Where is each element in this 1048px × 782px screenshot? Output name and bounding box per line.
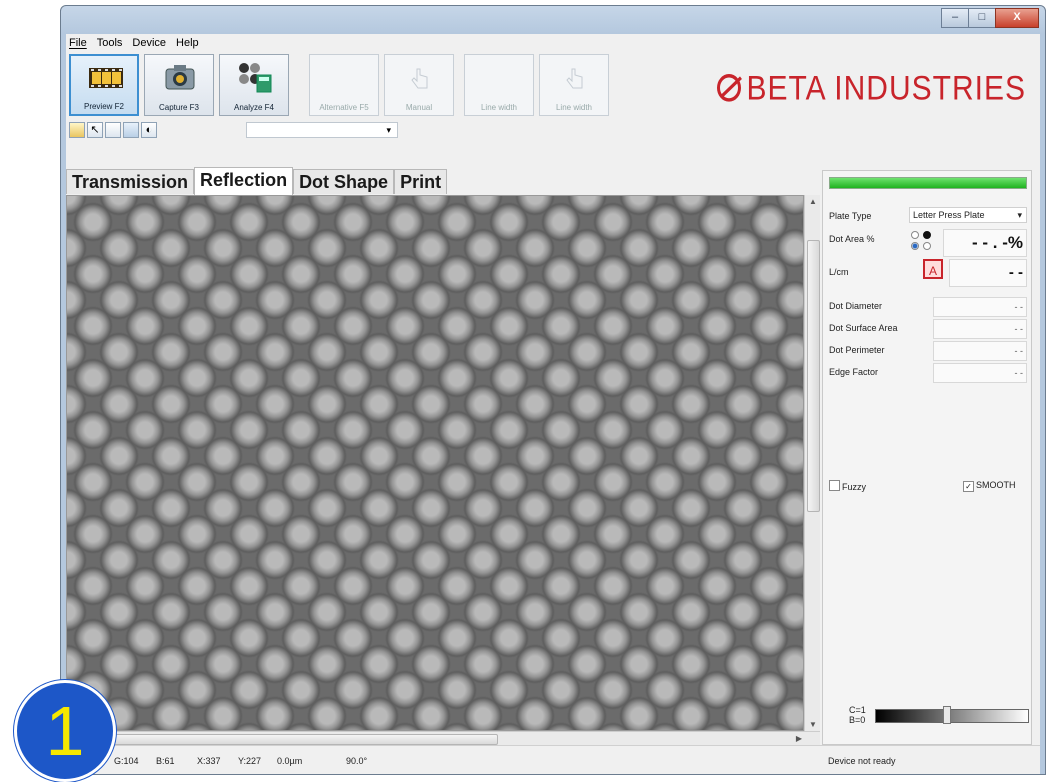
dot-marker-filled	[923, 231, 931, 239]
horizontal-scrollbar[interactable]: ◀ ▶	[66, 731, 820, 745]
dot-surface-value: - -	[933, 319, 1027, 339]
line-width-label: Line width	[480, 103, 518, 112]
vertical-scroll-thumb[interactable]	[807, 240, 820, 512]
status-angle: 90.0°	[346, 756, 368, 766]
plate-type-label: Plate Type	[829, 211, 872, 221]
slider-knob[interactable]	[943, 706, 952, 724]
lcm-label: L/cm	[829, 267, 849, 277]
tab-print[interactable]: Print	[394, 169, 448, 194]
menu-tools[interactable]: Tools	[97, 37, 123, 49]
alternative-label: Alternative F5	[319, 103, 369, 112]
zoom-icon[interactable]	[123, 122, 139, 138]
gamma-slider[interactable]	[875, 706, 1029, 724]
dot-surface-label: Dot Surface Area	[829, 323, 898, 333]
auto-detect-button[interactable]: A	[923, 259, 943, 279]
menu-bar: File Tools Device Help	[66, 34, 1040, 52]
dot-diameter-value: - -	[933, 297, 1027, 317]
main-toolbar: Preview F2 Capture F3 Analyze F4 Alterna…	[66, 52, 1040, 120]
app-window: – □ X File Tools Device Help Preview F2	[60, 5, 1046, 775]
microscope-image-view[interactable]	[66, 195, 804, 731]
minimize-button[interactable]: –	[941, 8, 969, 28]
dot-area-value: - - . -%	[943, 229, 1027, 257]
menu-file[interactable]: File	[69, 37, 87, 49]
step-number-badge: 1	[14, 680, 116, 782]
dot-perimeter-value: - -	[933, 341, 1027, 361]
edge-factor-value: - -	[933, 363, 1027, 383]
analyze-grid-icon	[239, 63, 272, 93]
dot-area-label: Dot Area %	[829, 234, 875, 244]
hand-pointer-icon	[411, 68, 428, 89]
tab-reflection[interactable]: Reflection	[194, 167, 294, 195]
horizontal-scroll-thumb[interactable]	[86, 734, 498, 745]
dot-area-radio-2[interactable]	[911, 242, 919, 250]
progress-fill	[830, 178, 1026, 188]
brand-name: BETA INDUSTRIES	[746, 69, 1026, 108]
line-width-button-2[interactable]: Line width	[539, 54, 609, 116]
preview-label: Preview F2	[83, 102, 124, 111]
brand-mark-icon	[716, 74, 741, 102]
fuzzy-label: Fuzzy	[842, 482, 867, 492]
status-b: B:61	[156, 756, 175, 766]
smooth-checkbox[interactable]: ✓	[963, 481, 974, 492]
status-y: Y:227	[238, 756, 262, 766]
brightness-label: B=0	[849, 715, 866, 725]
brand-logo: BETA INDUSTRIES	[716, 69, 1027, 108]
close-button[interactable]: X	[995, 8, 1039, 28]
client-area: File Tools Device Help Preview F2 Captur…	[66, 34, 1040, 774]
manual-label: Manual	[405, 103, 433, 112]
window-controls: – □ X	[941, 8, 1039, 28]
capture-button[interactable]: Capture F3	[144, 54, 214, 116]
scroll-up-icon[interactable]: ▲	[809, 197, 817, 206]
status-x: X:337	[197, 756, 221, 766]
status-g: G:104	[114, 756, 139, 766]
toolbar-dropdown[interactable]: ▾	[246, 122, 398, 138]
menu-device[interactable]: Device	[132, 37, 166, 49]
tool-strip: ↖ ◐ ▾	[66, 120, 1040, 140]
camera-icon	[165, 65, 195, 90]
fuzzy-option[interactable]: Fuzzy	[829, 480, 866, 492]
preview-button[interactable]: Preview F2	[69, 54, 139, 116]
hand-pointer-icon	[566, 68, 583, 89]
manual-button[interactable]: Manual	[384, 54, 454, 116]
edge-factor-label: Edge Factor	[829, 367, 879, 377]
tab-dot-shape[interactable]: Dot Shape	[293, 169, 395, 194]
lcm-value: - -	[949, 259, 1027, 287]
crop-icon[interactable]	[105, 122, 121, 138]
film-strip-icon	[89, 68, 123, 88]
measurement-panel: Plate Type Letter Press Plate ▾ Dot Area …	[822, 170, 1032, 745]
plate-type-select[interactable]: Letter Press Plate ▾	[909, 207, 1027, 223]
smooth-option[interactable]: ✓ SMOOTH	[963, 480, 1016, 492]
view-tabs: Transmission Reflection Dot Shape Print	[66, 167, 448, 195]
status-message: Device not ready	[828, 756, 896, 766]
scroll-down-icon[interactable]: ▼	[809, 720, 817, 729]
signal-progress-bar	[829, 177, 1027, 189]
menu-help[interactable]: Help	[176, 37, 199, 49]
analyze-label: Analyze F4	[233, 103, 275, 112]
status-length: 0.0µm	[277, 756, 303, 766]
contrast-label: C=1	[849, 705, 866, 715]
dot-perimeter-label: Dot Perimeter	[829, 345, 885, 355]
open-folder-icon[interactable]	[69, 122, 85, 138]
scroll-right-icon[interactable]: ▶	[796, 734, 802, 743]
alternative-button[interactable]: Alternative F5	[309, 54, 379, 116]
maximize-button[interactable]: □	[968, 8, 996, 28]
tab-transmission[interactable]: Transmission	[66, 169, 195, 194]
select-pointer-icon[interactable]: ↖	[87, 122, 103, 138]
title-bar[interactable]: – □ X	[61, 6, 1045, 34]
capture-label: Capture F3	[158, 103, 200, 112]
analyze-button[interactable]: Analyze F4	[219, 54, 289, 116]
line-width-label: Line width	[555, 103, 593, 112]
smooth-label: SMOOTH	[976, 480, 1016, 490]
dot-area-radio-1[interactable]	[911, 231, 919, 239]
chevron-down-icon: ▾	[1017, 210, 1022, 220]
status-bar: G:104 B:61 X:337 Y:227 0.0µm 90.0° Devic…	[66, 745, 1040, 774]
vertical-scrollbar[interactable]: ▲ ▼	[804, 195, 820, 731]
contrast-icon[interactable]: ◐	[141, 122, 157, 138]
line-width-button-1[interactable]: Line width	[464, 54, 534, 116]
fuzzy-checkbox[interactable]	[829, 480, 840, 491]
dot-diameter-label: Dot Diameter	[829, 301, 883, 311]
dot-marker-empty	[923, 242, 931, 250]
plate-type-value: Letter Press Plate	[913, 210, 985, 220]
